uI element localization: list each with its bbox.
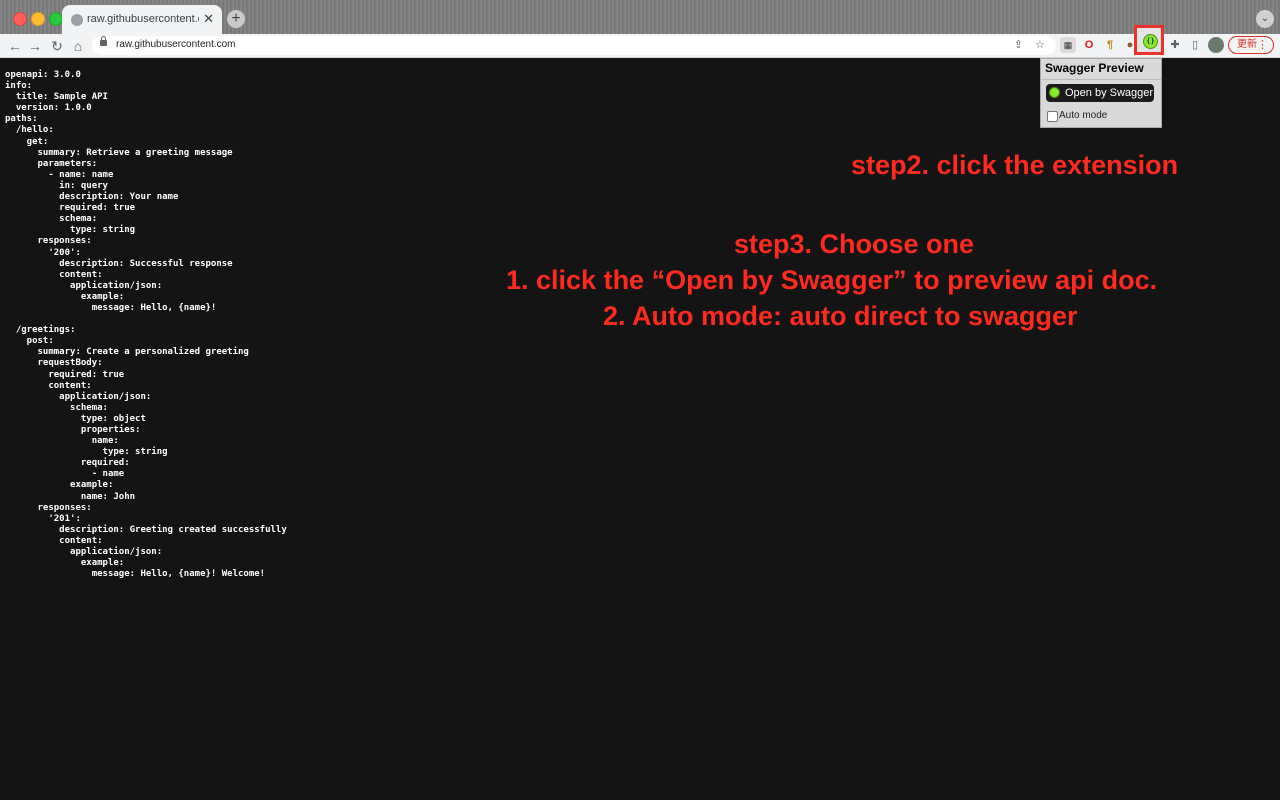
- code-line: summary: Retrieve a greeting message: [5, 147, 233, 158]
- opera-icon[interactable]: O: [1081, 37, 1097, 53]
- annotation-step3-title: step3. Choose one: [734, 229, 975, 259]
- code-line: name: John: [5, 491, 136, 502]
- address-bar[interactable]: raw.githubusercontent.com ⇪ ☆: [92, 36, 1056, 55]
- close-tab-icon[interactable]: ✕: [203, 12, 214, 26]
- code-line: properties:: [5, 425, 141, 435]
- close-window-button[interactable]: [13, 12, 27, 26]
- open-by-swagger-label: Open by Swagger: [1065, 87, 1154, 99]
- code-line: parameters:: [5, 158, 98, 169]
- code-line: message: Hello, {name}! Welcome!: [5, 569, 266, 580]
- code-line: name:: [5, 436, 119, 447]
- code-line: message: Hello, {name}!: [5, 302, 217, 313]
- code-line: title: Sample API: [5, 92, 108, 103]
- code-line: content:: [5, 380, 92, 391]
- code-line: application/json:: [5, 280, 163, 291]
- auto-mode-checkbox[interactable]: [1047, 111, 1058, 122]
- globe-icon: [71, 14, 83, 26]
- swagger-extension-button[interactable]: {}: [1134, 25, 1164, 55]
- avatar[interactable]: [1208, 37, 1224, 53]
- code-line: required: true: [5, 203, 136, 214]
- code-line: info:: [5, 81, 33, 92]
- auto-mode-label[interactable]: Auto mode: [1059, 110, 1107, 121]
- code-line: - name: [5, 469, 125, 480]
- code-line: summary: Create a personalized greeting: [5, 347, 249, 358]
- code-line: requestBody:: [5, 358, 103, 369]
- code-line: content:: [5, 535, 103, 546]
- minimize-window-button[interactable]: [31, 12, 45, 26]
- open-by-swagger-button[interactable]: Open by Swagger: [1046, 84, 1154, 102]
- home-button[interactable]: ⌂: [69, 37, 87, 55]
- code-line: required: true: [5, 369, 125, 380]
- code-line: description: Your name: [5, 192, 179, 203]
- annotation-step3-option1: 1. click the “Open by Swagger” to previe…: [506, 265, 1158, 295]
- qr-code-icon[interactable]: ▦: [1060, 37, 1076, 53]
- paragraph-icon[interactable]: ¶: [1102, 37, 1118, 53]
- maximize-window-button[interactable]: [49, 12, 63, 26]
- code-line: paths:: [5, 114, 38, 125]
- popup-title: Swagger Preview: [1045, 61, 1144, 75]
- code-line: example:: [5, 558, 125, 569]
- code-line: post:: [5, 336, 54, 347]
- yaml-content: openapi: 3.0.0 info: title: Sample API ve…: [5, 70, 287, 580]
- lock-icon[interactable]: [100, 36, 107, 46]
- forward-button[interactable]: →: [26, 37, 44, 55]
- url-text[interactable]: raw.githubusercontent.com: [116, 39, 236, 50]
- annotation-step3-option2: 2. Auto mode: auto direct to swagger: [603, 301, 1078, 331]
- code-line: '200':: [5, 247, 81, 258]
- code-line: get:: [5, 136, 49, 147]
- puzzle-icon[interactable]: ✚: [1167, 37, 1183, 53]
- swagger-preview-popup: Swagger Preview Open by Swagger Auto mod…: [1040, 58, 1162, 128]
- code-line: - name: name: [5, 169, 114, 180]
- bookmark-star-icon[interactable]: ☆: [1035, 38, 1045, 53]
- tab-search-button[interactable]: ⌄: [1256, 10, 1274, 28]
- popup-divider: [1041, 79, 1161, 80]
- side-panel-icon[interactable]: ▯: [1187, 37, 1203, 53]
- new-tab-button[interactable]: +: [227, 10, 245, 28]
- code-line: type: string: [5, 225, 136, 236]
- back-button[interactable]: ←: [6, 37, 24, 55]
- code-line: version: 1.0.0: [5, 103, 92, 114]
- browser-tab[interactable]: raw.githubusercontent.com/ha ✕: [62, 5, 222, 34]
- code-line: '201':: [5, 513, 81, 524]
- code-line: content:: [5, 269, 103, 280]
- code-line: responses:: [5, 502, 92, 513]
- tab-bar: raw.githubusercontent.com/ha ✕ + ⌄: [0, 0, 1280, 34]
- swagger-icon: [1049, 87, 1060, 98]
- code-line: type: string: [5, 447, 168, 458]
- reload-button[interactable]: ↻: [48, 37, 66, 55]
- code-line: openapi: 3.0.0: [5, 70, 81, 80]
- share-icon[interactable]: ⇪: [1014, 38, 1023, 53]
- code-line: application/json:: [5, 547, 163, 558]
- code-line: schema:: [5, 402, 108, 413]
- update-button[interactable]: 更新: [1228, 36, 1274, 54]
- code-line: /hello:: [5, 125, 54, 136]
- code-line: example:: [5, 291, 125, 302]
- code-line: responses:: [5, 236, 92, 247]
- code-line: description: Successful response: [5, 258, 233, 269]
- tab-title: raw.githubusercontent.com/ha: [87, 13, 199, 25]
- code-line: schema:: [5, 214, 98, 225]
- code-line: /greetings:: [5, 325, 76, 336]
- code-line: description: Greeting created successful…: [5, 524, 287, 535]
- swagger-icon: {}: [1143, 34, 1158, 49]
- annotation-step2: step2. click the extension: [851, 150, 1179, 180]
- code-line: type: object: [5, 413, 146, 424]
- code-line: example:: [5, 480, 114, 491]
- browser-toolbar: ← → ↻ ⌂ raw.githubusercontent.com ⇪ ☆ ▦ …: [0, 34, 1280, 58]
- code-line: in: query: [5, 180, 108, 191]
- code-line: required:: [5, 458, 130, 469]
- code-line: application/json:: [5, 391, 152, 402]
